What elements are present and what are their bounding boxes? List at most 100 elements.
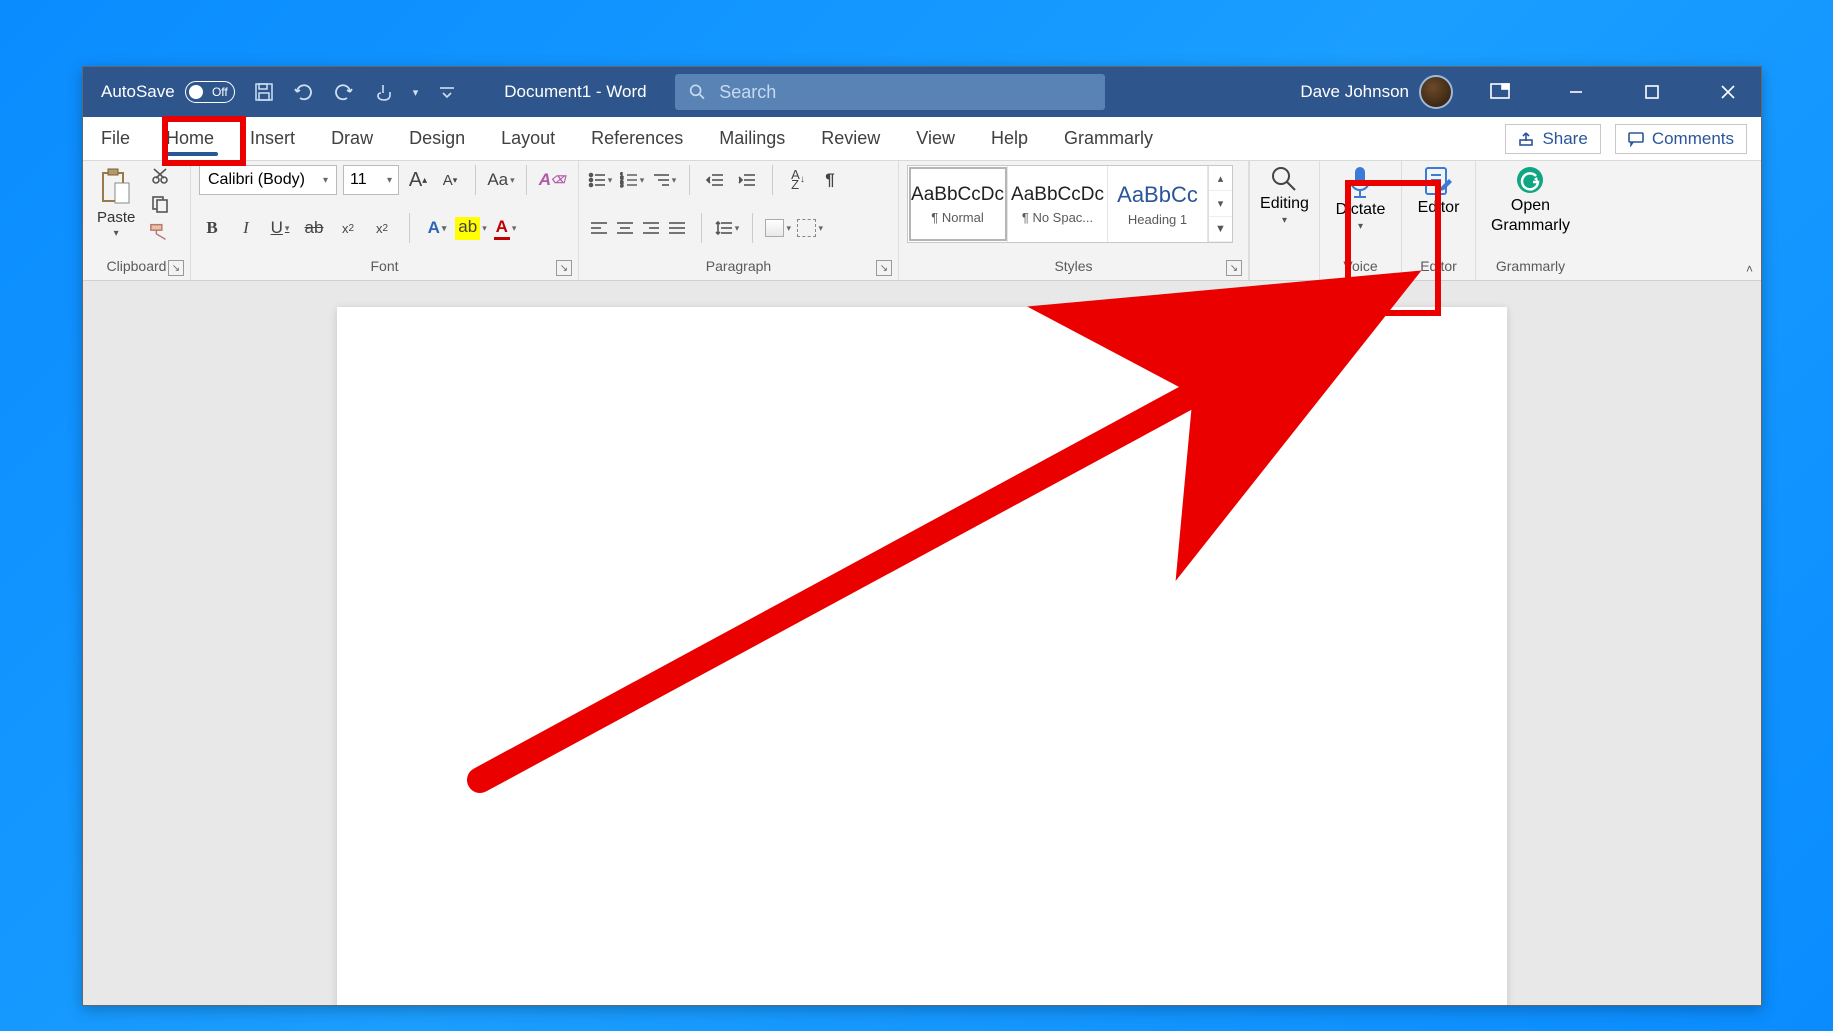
dialog-launcher-icon[interactable]: ↘ xyxy=(1226,260,1242,276)
group-label-styles: Styles ↘ xyxy=(907,258,1240,280)
line-spacing-icon[interactable] xyxy=(714,215,740,241)
tab-layout[interactable]: Layout xyxy=(483,117,573,160)
font-color-icon[interactable]: A xyxy=(492,215,518,241)
svg-text:3: 3 xyxy=(620,183,624,188)
autosave[interactable]: AutoSave Off xyxy=(83,81,235,103)
search-box[interactable] xyxy=(675,74,1105,110)
qat-customize-icon[interactable] xyxy=(436,81,458,103)
chevron-down-icon[interactable]: ▾ xyxy=(1209,191,1232,216)
increase-indent-icon[interactable] xyxy=(734,167,760,193)
touch-mode-icon[interactable] xyxy=(373,81,395,103)
align-right-icon[interactable] xyxy=(639,216,663,240)
decrease-indent-icon[interactable] xyxy=(702,167,728,193)
tab-grammarly[interactable]: Grammarly xyxy=(1046,117,1171,160)
share-button[interactable]: Share xyxy=(1505,124,1600,154)
grammarly-icon[interactable] xyxy=(1515,165,1545,195)
tab-view[interactable]: View xyxy=(898,117,973,160)
borders-icon[interactable] xyxy=(797,215,823,241)
editing-button[interactable]: Editing xyxy=(1260,195,1309,213)
paste-button[interactable]: Paste ▾ xyxy=(91,165,141,241)
avatar xyxy=(1419,75,1453,109)
clear-formatting-icon[interactable]: A⌫ xyxy=(539,167,565,193)
dialog-launcher-icon[interactable]: ↘ xyxy=(876,260,892,276)
ribbon: Paste ▾ Clipboard ↘ Calibri (Body)▾ xyxy=(83,161,1761,281)
multilevel-list-icon[interactable] xyxy=(651,167,677,193)
group-clipboard: Paste ▾ Clipboard ↘ xyxy=(83,161,191,280)
group-label-paragraph: Paragraph ↘ xyxy=(587,258,890,280)
tab-references[interactable]: References xyxy=(573,117,701,160)
share-icon xyxy=(1518,131,1534,147)
shading-icon[interactable] xyxy=(765,215,791,241)
tab-review[interactable]: Review xyxy=(803,117,898,160)
subscript-button[interactable]: x2 xyxy=(335,215,361,241)
numbering-icon[interactable]: 123 xyxy=(619,167,645,193)
justify-icon[interactable] xyxy=(665,216,689,240)
align-left-icon[interactable] xyxy=(587,216,611,240)
maximize-button[interactable] xyxy=(1623,67,1681,117)
tab-draw[interactable]: Draw xyxy=(313,117,391,160)
redo-icon[interactable] xyxy=(333,81,355,103)
save-icon[interactable] xyxy=(253,81,275,103)
underline-button[interactable]: U xyxy=(267,215,293,241)
ribbon-display-options-icon[interactable] xyxy=(1471,67,1529,117)
tab-design[interactable]: Design xyxy=(391,117,483,160)
group-label-voice: Voice xyxy=(1343,258,1377,280)
italic-button[interactable]: I xyxy=(233,215,259,241)
autosave-toggle[interactable]: Off xyxy=(185,81,235,103)
sort-icon[interactable]: AZ↓ xyxy=(785,167,811,193)
font-name-selector[interactable]: Calibri (Body)▾ xyxy=(199,165,337,195)
document-area[interactable] xyxy=(83,281,1761,1005)
change-case-icon[interactable]: Aa xyxy=(488,167,514,193)
quick-access-toolbar: ▾ xyxy=(235,81,477,103)
chevron-up-icon[interactable]: ▴ xyxy=(1209,166,1232,191)
tab-home[interactable]: Home xyxy=(148,117,232,160)
dialog-launcher-icon[interactable]: ↘ xyxy=(168,260,184,276)
bullets-icon[interactable] xyxy=(587,167,613,193)
shrink-font-icon[interactable]: A▾ xyxy=(437,167,463,193)
tab-help[interactable]: Help xyxy=(973,117,1046,160)
page[interactable] xyxy=(337,307,1507,1005)
style-heading-1[interactable]: AaBbCc Heading 1 xyxy=(1108,166,1208,242)
tab-insert[interactable]: Insert xyxy=(232,117,313,160)
close-button[interactable] xyxy=(1699,67,1757,117)
copy-icon[interactable] xyxy=(149,193,171,215)
font-size-selector[interactable]: 11▾ xyxy=(343,165,399,195)
dialog-launcher-icon[interactable]: ↘ xyxy=(556,260,572,276)
chevron-down-icon: ▾ xyxy=(114,228,119,239)
bold-button[interactable]: B xyxy=(199,215,225,241)
editor-button[interactable]: Editor xyxy=(1418,199,1460,217)
format-painter-icon[interactable] xyxy=(149,221,171,243)
tab-file[interactable]: File xyxy=(83,117,148,160)
search-input[interactable] xyxy=(719,82,1090,103)
show-marks-icon[interactable]: ¶ xyxy=(817,167,843,193)
cut-icon[interactable] xyxy=(149,165,171,187)
style-no-spacing[interactable]: AaBbCcDc ¶ No Spac... xyxy=(1008,166,1108,242)
group-voice: Dictate ▾ Voice xyxy=(1319,161,1401,280)
style-normal[interactable]: AaBbCcDc ¶ Normal xyxy=(908,166,1008,242)
styles-gallery[interactable]: AaBbCcDc ¶ Normal AaBbCcDc ¶ No Spac... … xyxy=(907,165,1233,243)
editor-icon[interactable] xyxy=(1423,165,1453,197)
open-grammarly-button[interactable]: Open xyxy=(1511,197,1550,215)
group-font: Calibri (Body)▾ 11▾ A▴ A▾ Aa A⌫ B I U xyxy=(191,161,579,280)
strikethrough-button[interactable]: ab xyxy=(301,215,327,241)
account[interactable]: Dave Johnson xyxy=(1300,75,1453,109)
touch-dropdown-icon[interactable]: ▾ xyxy=(413,86,419,99)
grow-font-icon[interactable]: A▴ xyxy=(405,167,431,193)
align-center-icon[interactable] xyxy=(613,216,637,240)
comments-button[interactable]: Comments xyxy=(1615,124,1747,154)
superscript-button[interactable]: x2 xyxy=(369,215,395,241)
text-effects-icon[interactable]: A xyxy=(424,215,450,241)
minimize-button[interactable] xyxy=(1547,67,1605,117)
find-icon[interactable] xyxy=(1270,165,1298,193)
collapse-ribbon-icon[interactable]: ˄ xyxy=(1746,262,1753,276)
styles-gallery-scroll[interactable]: ▴ ▾ ▼ xyxy=(1208,166,1232,242)
microphone-icon[interactable] xyxy=(1347,165,1373,199)
comment-icon xyxy=(1628,131,1644,147)
highlight-icon[interactable]: ab xyxy=(458,215,484,241)
undo-icon[interactable] xyxy=(293,81,315,103)
tab-mailings[interactable]: Mailings xyxy=(701,117,803,160)
gallery-expand-icon[interactable]: ▼ xyxy=(1209,217,1232,242)
document-title: Document1 - Word xyxy=(476,82,674,102)
group-label-font: Font ↘ xyxy=(199,258,570,280)
dictate-button[interactable]: Dictate xyxy=(1336,201,1386,219)
